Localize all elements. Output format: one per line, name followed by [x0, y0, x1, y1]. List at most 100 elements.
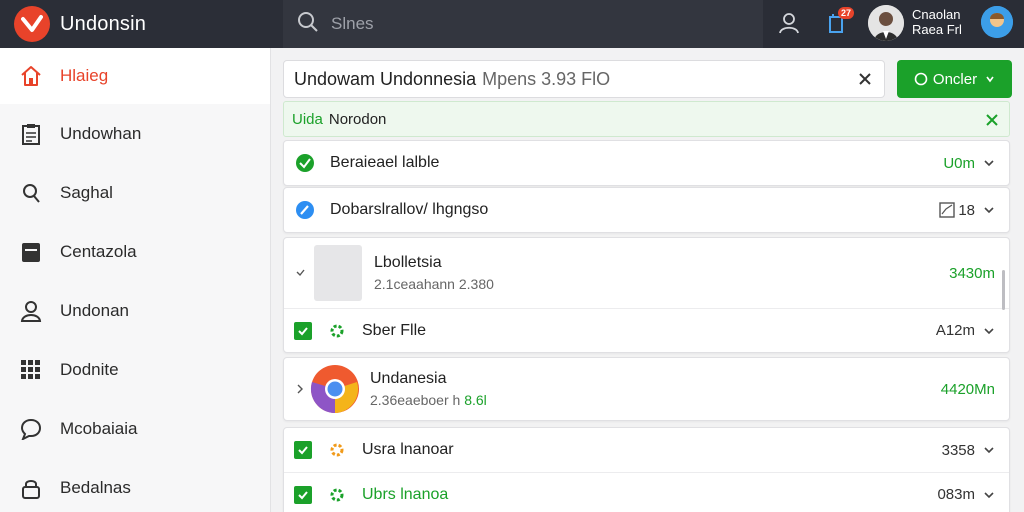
profile-role: Raea Frl: [912, 22, 962, 37]
scrollbar[interactable]: [1002, 270, 1005, 310]
item-value: A12m: [935, 322, 975, 339]
item-title: Undanesia: [370, 370, 447, 387]
main-content: Undowam Undonnesia Mpens 3.93 FlO Oncler…: [271, 48, 1024, 512]
check-circle-icon: [294, 152, 316, 174]
sidebar-item-lock[interactable]: Bedalnas: [0, 458, 270, 512]
profile-name: Cnaolan: [912, 7, 961, 22]
item-label: Usra lnanoar: [362, 441, 454, 458]
sidebar-item-label: Centazola: [60, 241, 137, 261]
user-icon: [18, 298, 44, 324]
sidebar-item-search[interactable]: Saghal: [0, 163, 270, 222]
lock-icon: [18, 475, 44, 501]
item-value: 4420Mn: [940, 380, 995, 398]
path-bar[interactable]: Undowam Undonnesia Mpens 3.93 FlO: [283, 60, 885, 98]
item-value: 18: [958, 201, 975, 219]
edit-icon: [294, 199, 316, 221]
sidebar-item-label: Saghal: [60, 182, 113, 202]
sidebar-item-label: Mcobaiaia: [60, 418, 138, 438]
item-meta: A12m: [936, 322, 995, 339]
notification-badge: 27: [837, 7, 854, 19]
item-value: 3430m: [949, 264, 995, 282]
app-title: Undonsin: [60, 12, 147, 35]
top-bar: Undonsin 27 Cnaolan Raea Frl: [0, 0, 1024, 48]
gear-icon: [326, 484, 348, 506]
item-title: Lbolletsia: [374, 254, 442, 271]
item-value: 3358: [941, 441, 975, 459]
list-card: Usra lnanoar 3358 Ubrs lnanoa 083m: [283, 427, 1010, 512]
list-card: Beraieael lalble U0m: [283, 140, 1010, 186]
item-subtitle: 2.36eaeboer h: [370, 392, 461, 408]
item-value: 083m: [937, 486, 975, 503]
brand[interactable]: Undonsin: [0, 0, 283, 48]
list-item[interactable]: Ubrs lnanoa 083m: [284, 472, 1009, 512]
primary-button[interactable]: Oncler: [897, 60, 1012, 98]
sidebar: Hlaieg Undowhan Saghal Centazola Undonan…: [0, 48, 271, 512]
sidebar-item-home[interactable]: Hlaieg: [0, 48, 270, 104]
gear-icon: [326, 439, 348, 461]
item-meta: 18: [939, 202, 995, 219]
checkbox[interactable]: [294, 485, 312, 504]
path-name: Undowam Undonnesia: [294, 68, 477, 89]
list-item[interactable]: Sber Flle A12m: [284, 308, 1009, 352]
item-label: Beraieael lalble: [330, 154, 440, 171]
search-icon: [18, 180, 44, 206]
chevron-down-icon[interactable]: [983, 444, 995, 456]
checkbox[interactable]: [294, 321, 312, 340]
list-card: Dobarslrallov/ lhgngso 18: [283, 187, 1010, 233]
grid-icon: [18, 357, 44, 383]
item-meta: 3430m: [949, 265, 995, 282]
chevron-down-icon[interactable]: [983, 325, 995, 337]
sidebar-item-label: Dodnite: [60, 359, 119, 379]
profile-info[interactable]: Cnaolan Raea Frl: [912, 7, 962, 37]
sidebar-item-grid[interactable]: Dodnite: [0, 340, 270, 399]
image-icon: [939, 202, 956, 218]
item-label: Sber Flle: [362, 321, 427, 339]
list-card: Lbolletsia 2.1ceaahann 2.380 3430m Sber …: [283, 237, 1010, 353]
close-icon[interactable]: [983, 111, 1001, 129]
notice-text: Norodon: [328, 110, 387, 128]
gear-icon: [326, 320, 348, 342]
sidebar-item-clipboard[interactable]: Undowhan: [0, 104, 270, 163]
list-item[interactable]: Beraieael lalble U0m: [284, 141, 1009, 185]
list-item[interactable]: Dobarslrallov/ lhgngso 18: [284, 188, 1009, 232]
secondary-avatar[interactable]: [981, 6, 1013, 38]
sidebar-item-contacts[interactable]: Centazola: [0, 222, 270, 281]
primary-button-label: Oncler: [932, 70, 978, 88]
chevron-right-icon[interactable]: [294, 383, 306, 395]
list-item[interactable]: Lbolletsia 2.1ceaahann 2.380 3430m: [284, 238, 1009, 308]
path-size: Mpens 3.93 FlO: [482, 68, 611, 89]
item-meta: 083m: [937, 486, 995, 503]
chevron-down-icon[interactable]: [983, 204, 995, 216]
item-meta: 3358: [942, 442, 995, 459]
search-bar[interactable]: [283, 0, 763, 48]
notification-button[interactable]: 27: [824, 7, 854, 36]
item-label: Ubrs lnanoa: [362, 485, 449, 503]
list-item[interactable]: Undanesia 2.36eaeboer h 8.6l 4420Mn: [284, 358, 1009, 420]
item-value: U0m: [943, 154, 975, 172]
browser-icon: [310, 364, 360, 414]
close-icon[interactable]: [856, 70, 874, 88]
chevron-down-icon[interactable]: [983, 489, 995, 501]
avatar[interactable]: [868, 5, 904, 41]
sidebar-item-label: Hlaieg: [60, 66, 109, 85]
list-card: Undanesia 2.36eaeboer h 8.6l 4420Mn: [283, 357, 1010, 421]
chevron-down-icon[interactable]: [983, 157, 995, 169]
notice-banner: Uida Norodon: [283, 101, 1010, 137]
list-item[interactable]: Usra lnanoar 3358: [284, 428, 1009, 472]
chevron-down-icon: [986, 76, 994, 83]
chevron-right-icon[interactable]: [294, 267, 306, 279]
search-input[interactable]: [331, 14, 711, 34]
sidebar-item-label: Undonan: [60, 300, 130, 320]
sidebar-item-label: Undowhan: [60, 123, 142, 143]
sidebar-item-chat[interactable]: Mcobaiaia: [0, 399, 270, 458]
sidebar-item-label: Bedalnas: [60, 477, 131, 497]
file-thumbnail: [314, 245, 362, 301]
item-meta: U0m: [943, 155, 995, 172]
home-icon: [18, 63, 44, 89]
item-subtitle-accent: 8.6l: [464, 392, 487, 408]
contacts-icon: [18, 239, 44, 265]
account-icon[interactable]: [776, 10, 802, 36]
checkbox[interactable]: [294, 441, 312, 459]
clipboard-icon: [18, 121, 44, 147]
sidebar-item-user[interactable]: Undonan: [0, 281, 270, 340]
